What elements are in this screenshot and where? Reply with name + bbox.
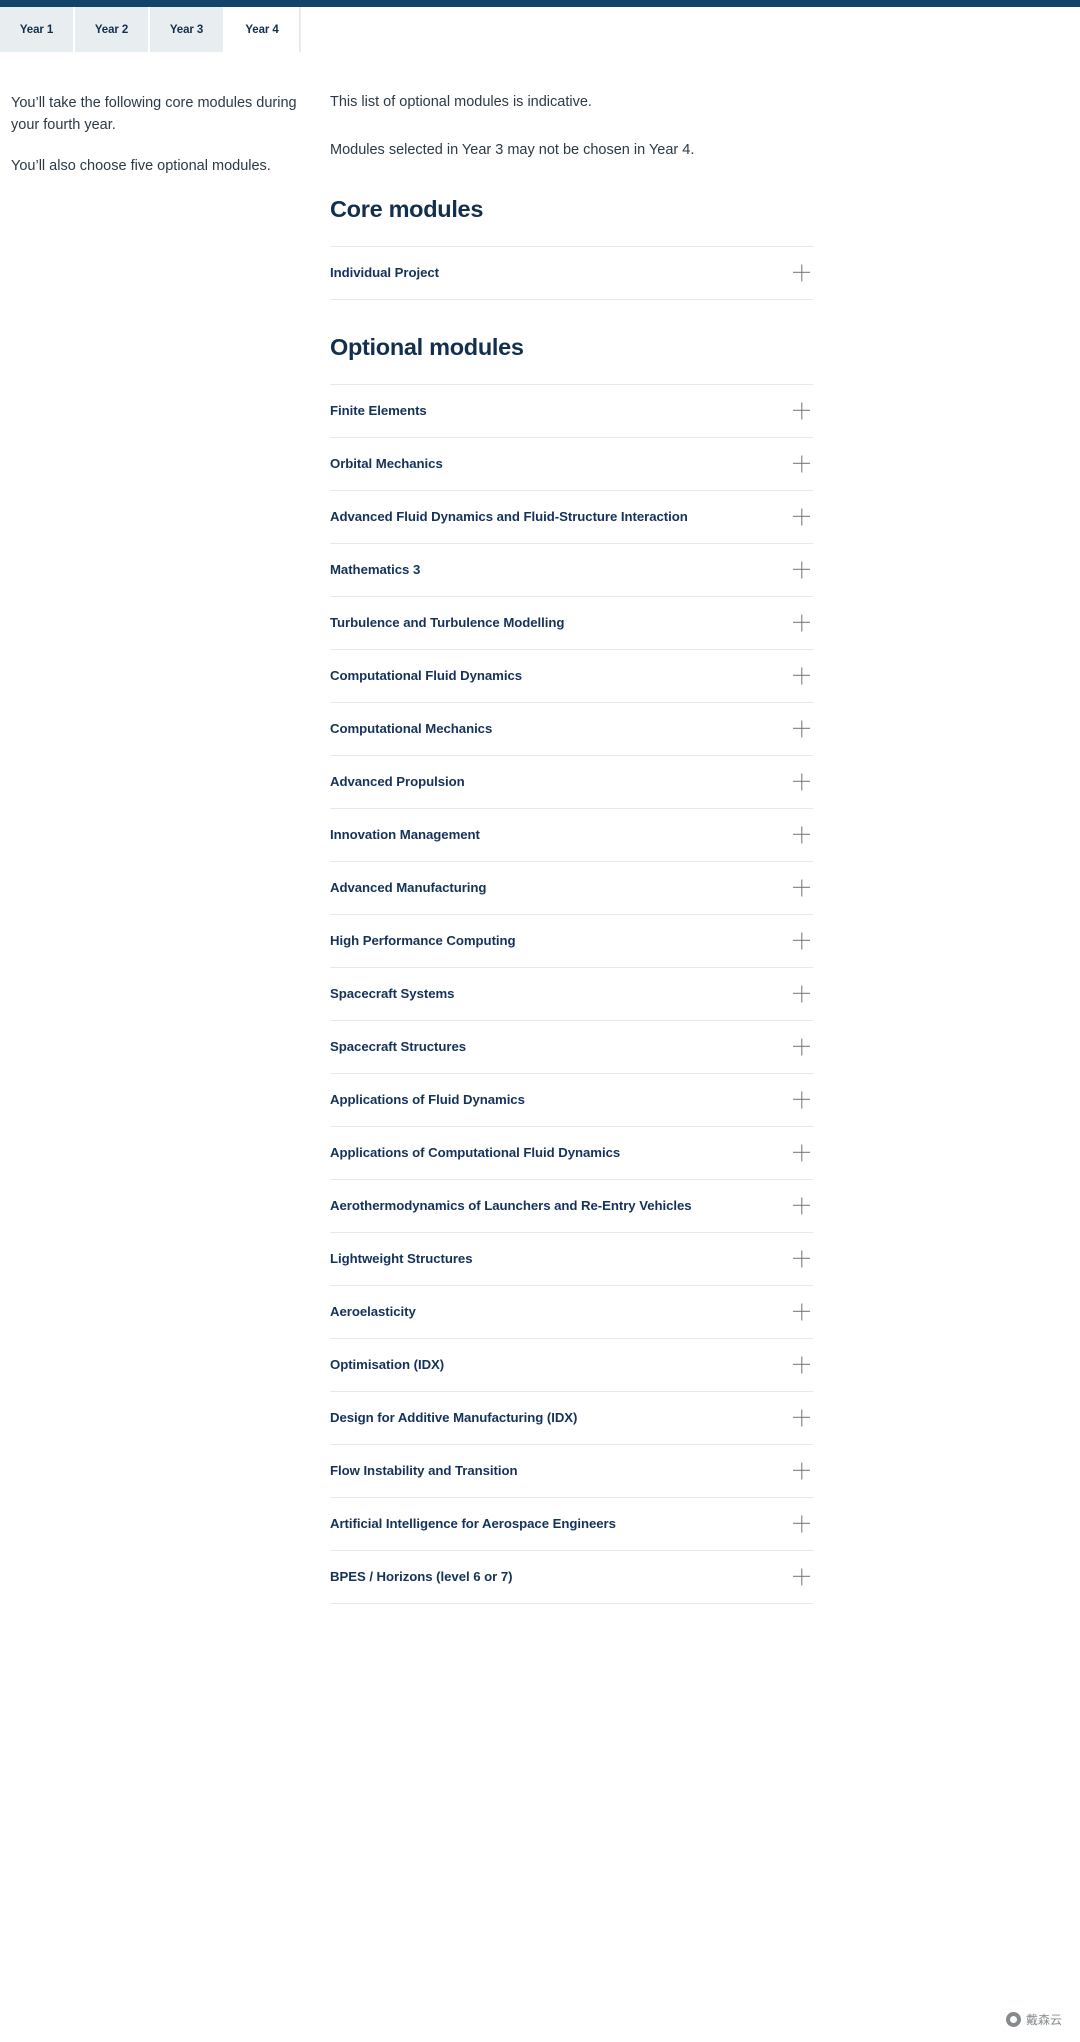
module-row[interactable]: Innovation Management: [330, 809, 813, 862]
core-modules-heading: Core modules: [330, 195, 484, 222]
module-title: Innovation Management: [330, 826, 480, 842]
plus-icon: [793, 402, 810, 419]
module-row[interactable]: Computational Fluid Dynamics: [330, 650, 813, 703]
module-title: Design for Additive Manufacturing (IDX): [330, 1409, 578, 1425]
plus-icon: [793, 773, 810, 790]
tab-year-1[interactable]: Year 1: [0, 7, 75, 52]
module-title: High Performance Computing: [330, 932, 516, 948]
module-title: Aerothermodynamics of Launchers and Re-E…: [330, 1197, 692, 1213]
module-title: Optimisation (IDX): [330, 1356, 445, 1372]
module-title: Flow Instability and Transition: [330, 1462, 518, 1478]
plus-icon: [793, 1038, 810, 1055]
module-title: Individual Project: [330, 264, 440, 280]
module-row[interactable]: Advanced Fluid Dynamics and Fluid-Struct…: [330, 491, 813, 544]
optional-modules-list: Finite Elements Orbital Mechanics Advanc…: [330, 383, 813, 1604]
module-row[interactable]: Computational Mechanics: [330, 703, 813, 756]
plus-icon: [793, 455, 810, 472]
module-row[interactable]: Finite Elements: [330, 385, 813, 438]
module-title: Applications of Computational Fluid Dyna…: [330, 1144, 621, 1160]
module-title: Spacecraft Structures: [330, 1038, 467, 1054]
left-summary-column: You’ll take the following core modules d…: [11, 92, 301, 196]
plus-icon: [793, 720, 810, 737]
module-title: Lightweight Structures: [330, 1250, 473, 1266]
core-modules-list: Individual Project: [330, 245, 813, 300]
module-title: Computational Fluid Dynamics: [330, 667, 523, 683]
tab-year-2[interactable]: Year 2: [75, 7, 150, 52]
module-row[interactable]: Spacecraft Systems: [330, 968, 813, 1021]
module-row[interactable]: High Performance Computing: [330, 915, 813, 968]
module-title: Advanced Manufacturing: [330, 879, 487, 895]
module-title: Computational Mechanics: [330, 720, 493, 736]
module-title: Applications of Fluid Dynamics: [330, 1091, 525, 1107]
plus-icon: [793, 561, 810, 578]
plus-icon: [793, 826, 810, 843]
module-title: Orbital Mechanics: [330, 455, 443, 471]
indicative-note: This list of optional modules is indicat…: [330, 94, 592, 110]
plus-icon: [793, 1303, 810, 1320]
left-paragraph-optional: You’ll also choose five optional modules…: [11, 158, 271, 175]
tab-label: Year 4: [245, 23, 279, 36]
plus-icon: [793, 1515, 810, 1532]
module-row[interactable]: Lightweight Structures: [330, 1233, 813, 1286]
module-row[interactable]: Artificial Intelligence for Aerospace En…: [330, 1498, 813, 1551]
plus-icon: [793, 614, 810, 631]
plus-icon: [793, 508, 810, 525]
plus-icon: [793, 1144, 810, 1161]
modules-column: This list of optional modules is indicat…: [330, 92, 813, 1604]
circle-logo-icon: [1005, 2012, 1021, 2027]
module-row[interactable]: Applications of Computational Fluid Dyna…: [330, 1127, 813, 1180]
module-row[interactable]: Advanced Manufacturing: [330, 862, 813, 915]
plus-icon: [793, 667, 810, 684]
optional-modules-heading: Optional modules: [330, 333, 524, 360]
module-row[interactable]: Spacecraft Structures: [330, 1021, 813, 1074]
module-title: Spacecraft Systems: [330, 985, 455, 1001]
plus-icon: [793, 1197, 810, 1214]
left-paragraph-core: You’ll take the following core modules d…: [11, 95, 297, 134]
module-row[interactable]: Orbital Mechanics: [330, 438, 813, 491]
module-row[interactable]: Design for Additive Manufacturing (IDX): [330, 1392, 813, 1445]
tab-label: Year 3: [169, 23, 204, 36]
module-row[interactable]: Advanced Propulsion: [330, 756, 813, 809]
module-title: Advanced Fluid Dynamics and Fluid-Struct…: [330, 508, 688, 524]
tab-year-4[interactable]: Year 4: [225, 7, 300, 52]
module-title: BPES / Horizons (level 6 or 7): [330, 1568, 513, 1584]
brand-top-bar: [0, 0, 1080, 7]
plus-icon: [793, 985, 810, 1002]
module-row[interactable]: Individual Project: [330, 247, 813, 300]
module-title: Advanced Propulsion: [330, 773, 465, 789]
plus-icon: [793, 1250, 810, 1267]
tab-label: Year 1: [19, 23, 54, 36]
module-title: Finite Elements: [330, 402, 427, 418]
module-row[interactable]: Aeroelasticity: [330, 1286, 813, 1339]
plus-icon: [793, 1356, 810, 1373]
module-title: Mathematics 3: [330, 561, 421, 577]
module-title: Turbulence and Turbulence Modelling: [330, 614, 565, 630]
tab-strip-filler: [300, 7, 1080, 52]
module-title: Artificial Intelligence for Aerospace En…: [330, 1515, 616, 1531]
plus-icon: [793, 1409, 810, 1426]
module-row[interactable]: Flow Instability and Transition: [330, 1445, 813, 1498]
module-row[interactable]: Mathematics 3: [330, 544, 813, 597]
plus-icon: [793, 264, 810, 281]
plus-icon: [793, 1568, 810, 1585]
plus-icon: [793, 932, 810, 949]
plus-icon: [793, 879, 810, 896]
year-tab-strip: Year 1 Year 2 Year 3 Year 4: [0, 7, 1080, 52]
module-row[interactable]: Aerothermodynamics of Launchers and Re-E…: [330, 1180, 813, 1233]
watermark: 戴森云: [1005, 2011, 1062, 2028]
tab-label: Year 2: [94, 23, 129, 36]
tab-year-3[interactable]: Year 3: [150, 7, 225, 52]
module-row[interactable]: Applications of Fluid Dynamics: [330, 1074, 813, 1127]
watermark-label: 戴森云: [1025, 2013, 1062, 2027]
year3-restriction-note: Modules selected in Year 3 may not be ch…: [330, 141, 695, 158]
module-row[interactable]: Turbulence and Turbulence Modelling: [330, 597, 813, 650]
module-title: Aeroelasticity: [330, 1303, 416, 1319]
module-row[interactable]: BPES / Horizons (level 6 or 7): [330, 1551, 813, 1604]
plus-icon: [793, 1091, 810, 1108]
module-row[interactable]: Optimisation (IDX): [330, 1339, 813, 1392]
plus-icon: [793, 1462, 810, 1479]
